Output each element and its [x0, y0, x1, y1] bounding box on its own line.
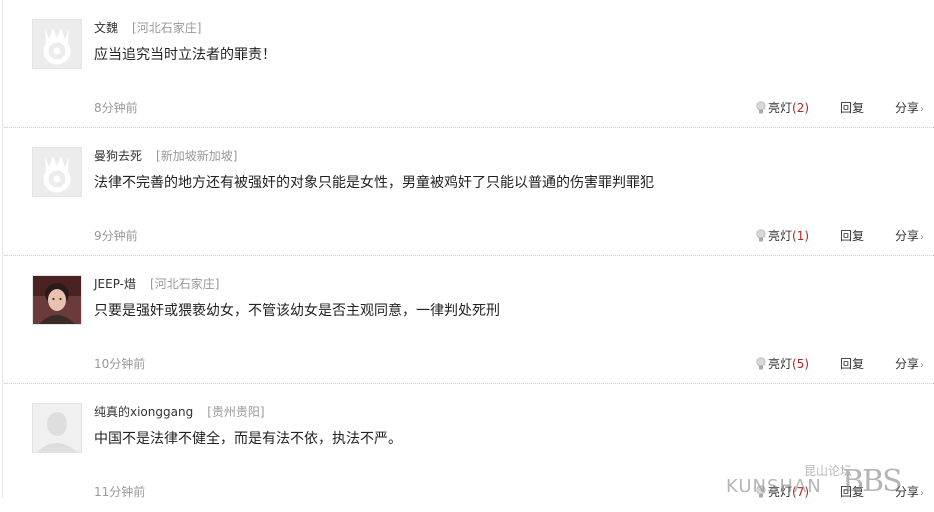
like-count: (5): [792, 357, 810, 371]
username[interactable]: 文魏: [94, 21, 118, 35]
reply-button[interactable]: 回复: [840, 355, 864, 372]
chevron-right-icon: ›: [920, 104, 925, 115]
like-count: (1): [792, 229, 810, 243]
like-label: 亮灯: [768, 485, 793, 499]
user-location: [河北石家庄]: [150, 277, 220, 291]
share-button[interactable]: 分享›: [895, 483, 924, 500]
comment-text: 应当追究当时立法者的罪责！: [94, 47, 276, 63]
comment-item: 曼狗去死 [新加坡新加坡] 法律不完善的地方还有被强奸的对象只能是女性，男童被鸡奸…: [0, 128, 934, 256]
user-location: [新加坡新加坡]: [156, 149, 238, 163]
like-label: 亮灯: [768, 101, 793, 115]
comment-time: 9分钟前: [94, 229, 138, 243]
like-label: 亮灯: [768, 357, 793, 371]
username[interactable]: 纯真的xionggang: [94, 405, 193, 419]
comment-meta: 纯真的xionggang [贵州贵阳]: [94, 403, 265, 420]
user-location: [贵州贵阳]: [207, 405, 265, 419]
photo-avatar-icon: [33, 276, 81, 324]
like-button[interactable]: 亮灯(5): [756, 355, 809, 374]
comment-text: 中国不是法律不健全，而是有法不依，执法不严。: [94, 431, 402, 447]
like-label: 亮灯: [768, 229, 793, 243]
lightbulb-icon: [756, 229, 766, 246]
share-label: 分享: [895, 101, 920, 115]
share-label: 分享: [895, 485, 920, 499]
username[interactable]: JEEP-焟: [94, 277, 136, 291]
reply-button[interactable]: 回复: [840, 483, 864, 500]
comment-meta: JEEP-焟 [河北石家庄]: [94, 275, 219, 292]
comment-time: 8分钟前: [94, 101, 138, 115]
chevron-right-icon: ›: [920, 360, 925, 371]
avatar[interactable]: [32, 19, 82, 69]
share-label: 分享: [895, 229, 920, 243]
avatar[interactable]: [32, 147, 82, 197]
username[interactable]: 曼狗去死: [94, 149, 142, 163]
like-button[interactable]: 亮灯(7): [756, 483, 809, 502]
share-button[interactable]: 分享›: [895, 355, 924, 372]
reply-button[interactable]: 回复: [840, 227, 864, 244]
share-label: 分享: [895, 357, 920, 371]
like-count: (7): [792, 485, 810, 499]
share-button[interactable]: 分享›: [895, 227, 924, 244]
comment-meta: 文魏 [河北石家庄]: [94, 19, 201, 36]
share-button[interactable]: 分享›: [895, 99, 924, 116]
like-button[interactable]: 亮灯(2): [756, 99, 809, 118]
lightbulb-icon: [756, 357, 766, 374]
comment-text: 法律不完善的地方还有被强奸的对象只能是女性，男童被鸡奸了只能以普通的伤害罪判罪犯: [94, 175, 654, 191]
chevron-right-icon: ›: [920, 232, 925, 243]
avatar[interactable]: [32, 403, 82, 453]
like-button[interactable]: 亮灯(1): [756, 227, 809, 246]
lightbulb-icon: [756, 101, 766, 118]
comment-time: 11分钟前: [94, 485, 146, 499]
reply-button[interactable]: 回复: [840, 99, 864, 116]
user-location: [河北石家庄]: [132, 21, 202, 35]
lightbulb-icon: [756, 485, 766, 502]
like-count: (2): [792, 101, 810, 115]
avatar[interactable]: [32, 275, 82, 325]
comment-meta: 曼狗去死 [新加坡新加坡]: [94, 147, 237, 164]
default-avatar-icon: [33, 20, 81, 68]
comment-item: JEEP-焟 [河北石家庄] 只要是强奸或猥亵幼女，不管该幼女是否主观同意，一律判…: [0, 256, 934, 384]
silhouette-avatar-icon: [33, 404, 81, 452]
default-avatar-icon: [33, 148, 81, 196]
comment-item: 文魏 [河北石家庄] 应当追究当时立法者的罪责！ 8分钟前 亮灯(2) 回复 分享…: [0, 0, 934, 128]
comment-time: 10分钟前: [94, 357, 146, 371]
chevron-right-icon: ›: [920, 488, 925, 499]
comment-text: 只要是强奸或猥亵幼女，不管该幼女是否主观同意，一律判处死刑: [94, 303, 500, 319]
comment-item: 纯真的xionggang [贵州贵阳] 中国不是法律不健全，而是有法不依，执法不严…: [0, 384, 934, 512]
